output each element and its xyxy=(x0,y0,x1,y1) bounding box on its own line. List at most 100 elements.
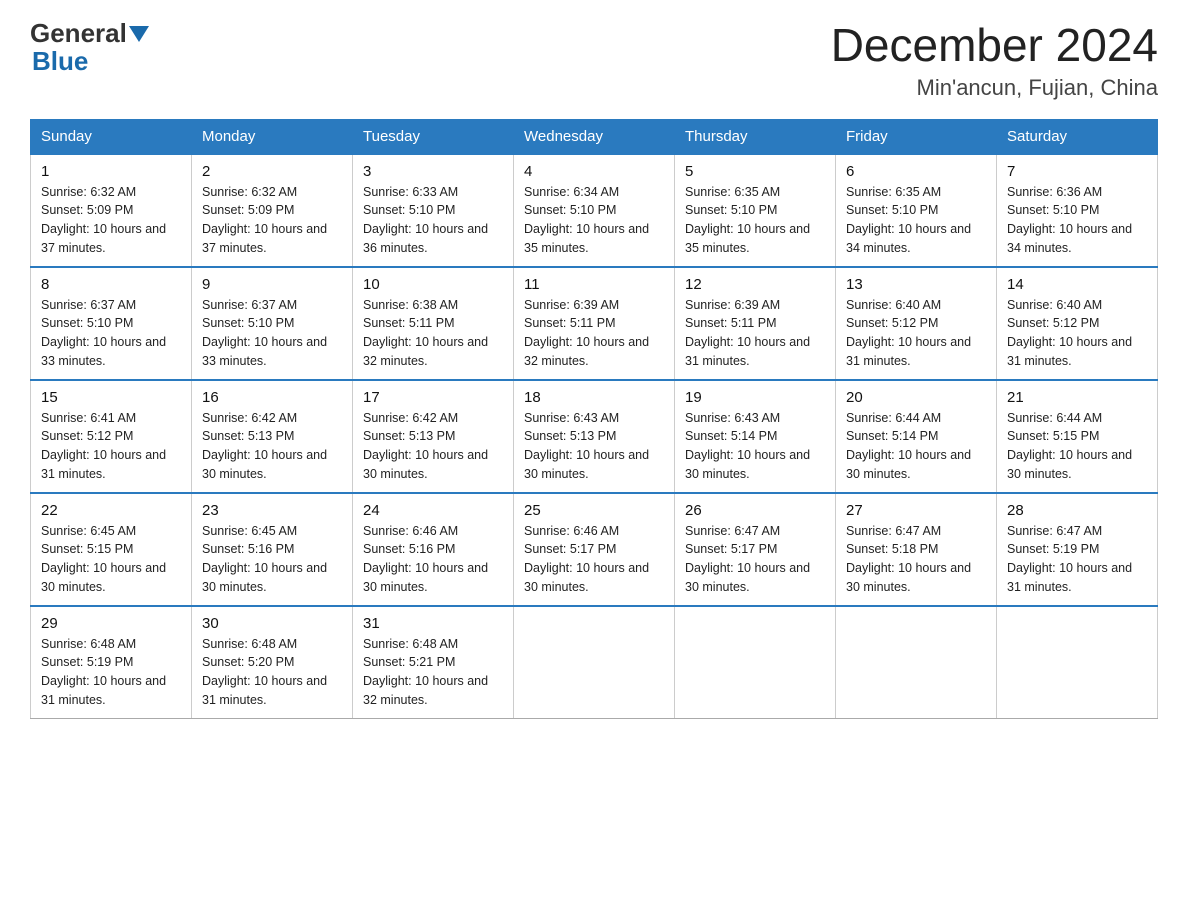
day-info: Sunrise: 6:38 AMSunset: 5:11 PMDaylight:… xyxy=(363,298,488,368)
day-number: 15 xyxy=(41,389,181,406)
day-number: 26 xyxy=(685,502,825,519)
day-of-week-header: Wednesday xyxy=(514,119,675,154)
day-number: 16 xyxy=(202,389,342,406)
calendar-table: SundayMondayTuesdayWednesdayThursdayFrid… xyxy=(30,119,1158,719)
day-number: 5 xyxy=(685,163,825,180)
day-info: Sunrise: 6:32 AMSunset: 5:09 PMDaylight:… xyxy=(202,185,327,255)
week-row: 15 Sunrise: 6:41 AMSunset: 5:12 PMDaylig… xyxy=(31,380,1158,493)
day-number: 12 xyxy=(685,276,825,293)
calendar-cell: 8 Sunrise: 6:37 AMSunset: 5:10 PMDayligh… xyxy=(31,267,192,380)
day-info: Sunrise: 6:32 AMSunset: 5:09 PMDaylight:… xyxy=(41,185,166,255)
calendar-cell xyxy=(514,606,675,719)
days-of-week-row: SundayMondayTuesdayWednesdayThursdayFrid… xyxy=(31,119,1158,154)
day-of-week-header: Monday xyxy=(192,119,353,154)
day-info: Sunrise: 6:46 AMSunset: 5:16 PMDaylight:… xyxy=(363,524,488,594)
calendar-cell xyxy=(675,606,836,719)
calendar-cell: 15 Sunrise: 6:41 AMSunset: 5:12 PMDaylig… xyxy=(31,380,192,493)
calendar-cell: 6 Sunrise: 6:35 AMSunset: 5:10 PMDayligh… xyxy=(836,154,997,267)
day-number: 19 xyxy=(685,389,825,406)
day-info: Sunrise: 6:37 AMSunset: 5:10 PMDaylight:… xyxy=(202,298,327,368)
day-number: 31 xyxy=(363,615,503,632)
day-number: 13 xyxy=(846,276,986,293)
day-number: 10 xyxy=(363,276,503,293)
day-number: 1 xyxy=(41,163,181,180)
day-info: Sunrise: 6:46 AMSunset: 5:17 PMDaylight:… xyxy=(524,524,649,594)
calendar-cell: 14 Sunrise: 6:40 AMSunset: 5:12 PMDaylig… xyxy=(997,267,1158,380)
day-number: 25 xyxy=(524,502,664,519)
calendar-cell: 25 Sunrise: 6:46 AMSunset: 5:17 PMDaylig… xyxy=(514,493,675,606)
calendar-cell: 17 Sunrise: 6:42 AMSunset: 5:13 PMDaylig… xyxy=(353,380,514,493)
day-info: Sunrise: 6:40 AMSunset: 5:12 PMDaylight:… xyxy=(1007,298,1132,368)
week-row: 22 Sunrise: 6:45 AMSunset: 5:15 PMDaylig… xyxy=(31,493,1158,606)
page-header: General Blue December 2024 Min'ancun, Fu… xyxy=(30,20,1158,101)
day-number: 28 xyxy=(1007,502,1147,519)
day-number: 24 xyxy=(363,502,503,519)
logo: General Blue xyxy=(30,20,149,77)
calendar-cell: 12 Sunrise: 6:39 AMSunset: 5:11 PMDaylig… xyxy=(675,267,836,380)
day-info: Sunrise: 6:35 AMSunset: 5:10 PMDaylight:… xyxy=(846,185,971,255)
day-number: 29 xyxy=(41,615,181,632)
calendar-cell: 22 Sunrise: 6:45 AMSunset: 5:15 PMDaylig… xyxy=(31,493,192,606)
calendar-cell xyxy=(836,606,997,719)
day-number: 23 xyxy=(202,502,342,519)
day-number: 21 xyxy=(1007,389,1147,406)
day-number: 30 xyxy=(202,615,342,632)
calendar-cell: 1 Sunrise: 6:32 AMSunset: 5:09 PMDayligh… xyxy=(31,154,192,267)
logo-triangle-icon xyxy=(129,26,149,42)
day-info: Sunrise: 6:44 AMSunset: 5:15 PMDaylight:… xyxy=(1007,411,1132,481)
day-number: 11 xyxy=(524,276,664,293)
day-info: Sunrise: 6:35 AMSunset: 5:10 PMDaylight:… xyxy=(685,185,810,255)
day-number: 6 xyxy=(846,163,986,180)
week-row: 1 Sunrise: 6:32 AMSunset: 5:09 PMDayligh… xyxy=(31,154,1158,267)
day-info: Sunrise: 6:48 AMSunset: 5:21 PMDaylight:… xyxy=(363,637,488,707)
day-info: Sunrise: 6:45 AMSunset: 5:15 PMDaylight:… xyxy=(41,524,166,594)
calendar-cell: 27 Sunrise: 6:47 AMSunset: 5:18 PMDaylig… xyxy=(836,493,997,606)
week-row: 29 Sunrise: 6:48 AMSunset: 5:19 PMDaylig… xyxy=(31,606,1158,719)
day-info: Sunrise: 6:48 AMSunset: 5:20 PMDaylight:… xyxy=(202,637,327,707)
week-row: 8 Sunrise: 6:37 AMSunset: 5:10 PMDayligh… xyxy=(31,267,1158,380)
calendar-cell: 30 Sunrise: 6:48 AMSunset: 5:20 PMDaylig… xyxy=(192,606,353,719)
day-number: 20 xyxy=(846,389,986,406)
month-title: December 2024 xyxy=(831,20,1158,71)
day-number: 27 xyxy=(846,502,986,519)
calendar-cell: 18 Sunrise: 6:43 AMSunset: 5:13 PMDaylig… xyxy=(514,380,675,493)
day-info: Sunrise: 6:34 AMSunset: 5:10 PMDaylight:… xyxy=(524,185,649,255)
day-number: 3 xyxy=(363,163,503,180)
day-info: Sunrise: 6:41 AMSunset: 5:12 PMDaylight:… xyxy=(41,411,166,481)
calendar-cell: 31 Sunrise: 6:48 AMSunset: 5:21 PMDaylig… xyxy=(353,606,514,719)
day-number: 22 xyxy=(41,502,181,519)
calendar-cell: 4 Sunrise: 6:34 AMSunset: 5:10 PMDayligh… xyxy=(514,154,675,267)
calendar-cell: 5 Sunrise: 6:35 AMSunset: 5:10 PMDayligh… xyxy=(675,154,836,267)
day-info: Sunrise: 6:40 AMSunset: 5:12 PMDaylight:… xyxy=(846,298,971,368)
day-info: Sunrise: 6:39 AMSunset: 5:11 PMDaylight:… xyxy=(685,298,810,368)
day-number: 14 xyxy=(1007,276,1147,293)
calendar-cell: 26 Sunrise: 6:47 AMSunset: 5:17 PMDaylig… xyxy=(675,493,836,606)
calendar-cell: 11 Sunrise: 6:39 AMSunset: 5:11 PMDaylig… xyxy=(514,267,675,380)
day-info: Sunrise: 6:47 AMSunset: 5:18 PMDaylight:… xyxy=(846,524,971,594)
day-of-week-header: Thursday xyxy=(675,119,836,154)
day-number: 2 xyxy=(202,163,342,180)
day-number: 8 xyxy=(41,276,181,293)
day-info: Sunrise: 6:42 AMSunset: 5:13 PMDaylight:… xyxy=(363,411,488,481)
day-number: 4 xyxy=(524,163,664,180)
calendar-cell: 24 Sunrise: 6:46 AMSunset: 5:16 PMDaylig… xyxy=(353,493,514,606)
location-title: Min'ancun, Fujian, China xyxy=(831,75,1158,101)
day-of-week-header: Friday xyxy=(836,119,997,154)
day-number: 7 xyxy=(1007,163,1147,180)
day-info: Sunrise: 6:47 AMSunset: 5:19 PMDaylight:… xyxy=(1007,524,1132,594)
day-number: 9 xyxy=(202,276,342,293)
day-info: Sunrise: 6:48 AMSunset: 5:19 PMDaylight:… xyxy=(41,637,166,707)
day-number: 17 xyxy=(363,389,503,406)
calendar-cell: 29 Sunrise: 6:48 AMSunset: 5:19 PMDaylig… xyxy=(31,606,192,719)
day-info: Sunrise: 6:33 AMSunset: 5:10 PMDaylight:… xyxy=(363,185,488,255)
logo-blue-text: Blue xyxy=(32,46,88,76)
calendar-cell: 9 Sunrise: 6:37 AMSunset: 5:10 PMDayligh… xyxy=(192,267,353,380)
day-info: Sunrise: 6:43 AMSunset: 5:14 PMDaylight:… xyxy=(685,411,810,481)
day-number: 18 xyxy=(524,389,664,406)
day-info: Sunrise: 6:47 AMSunset: 5:17 PMDaylight:… xyxy=(685,524,810,594)
day-of-week-header: Tuesday xyxy=(353,119,514,154)
day-info: Sunrise: 6:45 AMSunset: 5:16 PMDaylight:… xyxy=(202,524,327,594)
calendar-cell: 2 Sunrise: 6:32 AMSunset: 5:09 PMDayligh… xyxy=(192,154,353,267)
day-of-week-header: Saturday xyxy=(997,119,1158,154)
title-block: December 2024 Min'ancun, Fujian, China xyxy=(831,20,1158,101)
